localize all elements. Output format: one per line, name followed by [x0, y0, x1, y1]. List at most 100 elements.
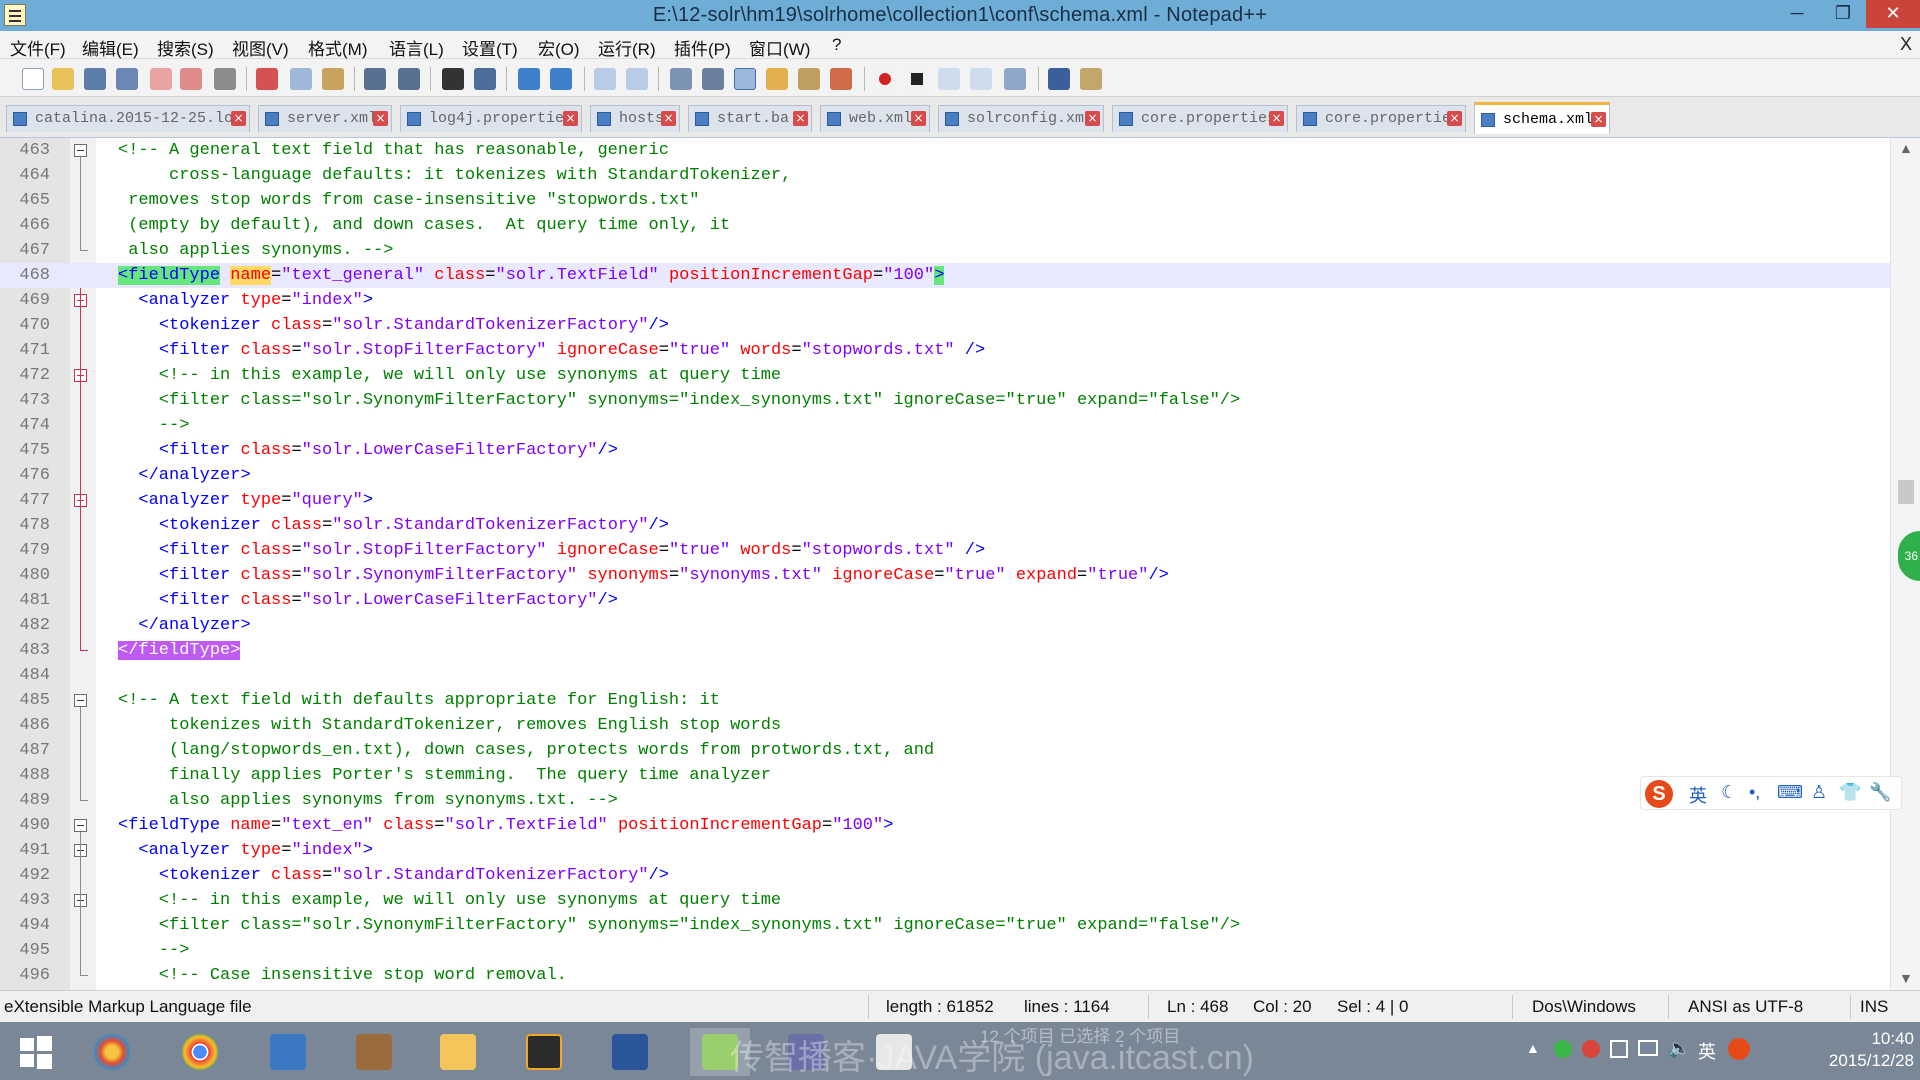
- tab-close-icon[interactable]: ×: [661, 111, 676, 126]
- code-line[interactable]: 464 cross-language defaults: it tokenize…: [0, 163, 1890, 188]
- taskbar-remote-desktop[interactable]: [258, 1028, 318, 1076]
- print-icon[interactable]: [214, 68, 236, 90]
- code-line[interactable]: 495 -->: [0, 938, 1890, 963]
- wrench-icon[interactable]: 🔧: [1869, 782, 1891, 803]
- code-line[interactable]: 491 <analyzer type="index">: [0, 838, 1890, 863]
- menu-view[interactable]: 视图(V): [232, 35, 289, 60]
- tab-catalina-log[interactable]: catalina.2015-12-25.lo ×: [6, 105, 250, 132]
- doc-map-icon[interactable]: [798, 68, 820, 90]
- code-line[interactable]: 471 <filter class="solr.StopFilterFactor…: [0, 338, 1890, 363]
- menu-language[interactable]: 语言(L): [389, 35, 444, 60]
- punctuation-icon[interactable]: •,: [1749, 782, 1760, 803]
- code-line[interactable]: 494 <filter class="solr.SynonymFilterFac…: [0, 913, 1890, 938]
- maximize-button[interactable]: ❐: [1820, 0, 1866, 28]
- skin-icon[interactable]: 👕: [1839, 782, 1861, 803]
- code-line[interactable]: 473 <filter class="solr.SynonymFilterFac…: [0, 388, 1890, 413]
- ime-language-toggle[interactable]: 英: [1689, 782, 1707, 808]
- tab-close-icon[interactable]: ×: [911, 111, 926, 126]
- close-all-icon[interactable]: [180, 68, 202, 90]
- code-line[interactable]: 486 tokenizes with StandardTokenizer, re…: [0, 713, 1890, 738]
- code-line[interactable]: 475 <filter class="solr.LowerCaseFilterF…: [0, 438, 1890, 463]
- keyboard-icon[interactable]: ⌨: [1777, 782, 1803, 803]
- find-icon[interactable]: [442, 68, 464, 90]
- user-defined-language-icon[interactable]: [766, 68, 788, 90]
- tab-web-xml[interactable]: web.xml ×: [820, 105, 930, 132]
- moon-icon[interactable]: ☾: [1721, 782, 1737, 803]
- tab-close-icon[interactable]: ×: [1269, 111, 1284, 126]
- zoom-in-icon[interactable]: [518, 68, 540, 90]
- function-list-icon[interactable]: [830, 68, 852, 90]
- tab-start-bat[interactable]: start.ba ×: [688, 105, 812, 132]
- redo-icon[interactable]: [398, 68, 420, 90]
- close-window-button[interactable]: ✕: [1866, 0, 1920, 28]
- close-document-button[interactable]: X: [1900, 34, 1912, 55]
- spell-check-icon[interactable]: [1048, 68, 1070, 90]
- taskbar-chrome[interactable]: [170, 1028, 230, 1076]
- tab-close-icon[interactable]: ×: [231, 111, 246, 126]
- code-line[interactable]: 469 <analyzer type="index">: [0, 288, 1890, 313]
- tab-close-icon[interactable]: ×: [1085, 111, 1100, 126]
- code-line[interactable]: 476 </analyzer>: [0, 463, 1890, 488]
- tab-close-icon[interactable]: ×: [563, 111, 578, 126]
- tray-overflow-icon[interactable]: ▲: [1526, 1040, 1540, 1056]
- tab-close-icon[interactable]: ×: [373, 111, 388, 126]
- new-file-icon[interactable]: [22, 68, 44, 90]
- code-line[interactable]: 466 (empty by default), and down cases. …: [0, 213, 1890, 238]
- user-icon[interactable]: ♙: [1811, 782, 1827, 803]
- scroll-up-icon[interactable]: ▲: [1899, 140, 1913, 156]
- taskbar-photo-app[interactable]: [82, 1028, 142, 1076]
- tab-log4j-properties[interactable]: log4j.properties ×: [400, 105, 582, 132]
- zoom-out-icon[interactable]: [550, 68, 572, 90]
- tab-core-properties-1[interactable]: core.properties ×: [1112, 105, 1288, 132]
- code-line[interactable]: 468 <fieldType name="text_general" class=…: [0, 263, 1890, 288]
- tab-schema-xml[interactable]: schema.xml ×: [1474, 102, 1610, 134]
- code-line[interactable]: 478 <tokenizer class="solr.StandardToken…: [0, 513, 1890, 538]
- play-macro-icon[interactable]: [938, 68, 960, 90]
- code-line[interactable]: 474 -->: [0, 413, 1890, 438]
- code-editor[interactable]: 463 <!-- A general text field that has re…: [0, 138, 1920, 990]
- start-button[interactable]: [6, 1028, 66, 1076]
- launch-browser-icon[interactable]: [1080, 68, 1102, 90]
- undo-icon[interactable]: [364, 68, 386, 90]
- stop-recording-icon[interactable]: [906, 68, 928, 90]
- code-line[interactable]: 480 <filter class="solr.SynonymFilterFac…: [0, 563, 1890, 588]
- sync-horizontal-icon[interactable]: [626, 68, 648, 90]
- show-all-characters-icon[interactable]: [702, 68, 724, 90]
- menu-plugins[interactable]: 插件(P): [674, 35, 731, 60]
- tray-app-icon[interactable]: [1582, 1040, 1600, 1058]
- code-line[interactable]: 484: [0, 663, 1890, 688]
- tray-ime-indicator[interactable]: 英: [1698, 1038, 1716, 1064]
- word-wrap-icon[interactable]: [670, 68, 692, 90]
- tab-solrconfig-xml[interactable]: solrconfig.xml ×: [938, 105, 1104, 132]
- minimize-button[interactable]: ─: [1774, 0, 1820, 28]
- code-line[interactable]: 493 <!-- in this example, we will only u…: [0, 888, 1890, 913]
- paste-icon[interactable]: [322, 68, 344, 90]
- volume-icon[interactable]: 🔈: [1668, 1038, 1690, 1059]
- code-line[interactable]: 472 <!-- in this example, we will only u…: [0, 363, 1890, 388]
- code-line[interactable]: 477 <analyzer type="query">: [0, 488, 1890, 513]
- close-icon[interactable]: [150, 68, 172, 90]
- code-line[interactable]: 492 <tokenizer class="solr.StandardToken…: [0, 863, 1890, 888]
- menu-settings[interactable]: 设置(T): [462, 35, 518, 60]
- code-line[interactable]: 487 (lang/stopwords_en.txt), down cases,…: [0, 738, 1890, 763]
- taskbar-archive-app[interactable]: [344, 1028, 404, 1076]
- save-all-icon[interactable]: [116, 68, 138, 90]
- menu-help[interactable]: ?: [832, 35, 841, 55]
- sync-vertical-icon[interactable]: [594, 68, 616, 90]
- tab-close-icon[interactable]: ×: [1591, 112, 1606, 127]
- code-line[interactable]: 489 also applies synonyms from synonyms.…: [0, 788, 1890, 813]
- network-icon[interactable]: [1638, 1040, 1658, 1056]
- status-eol-format[interactable]: Dos\Windows: [1532, 997, 1636, 1017]
- code-line[interactable]: 482 </analyzer>: [0, 613, 1890, 638]
- tray-sogou-icon[interactable]: [1728, 1038, 1750, 1060]
- copy-icon[interactable]: [290, 68, 312, 90]
- code-line[interactable]: 463 <!-- A general text field that has re…: [0, 138, 1890, 163]
- menu-format[interactable]: 格式(M): [308, 35, 367, 60]
- taskbar-clock[interactable]: 10:40 2015/12/28: [1822, 1028, 1914, 1072]
- scroll-down-icon[interactable]: ▼: [1899, 970, 1913, 986]
- tray-device-icon[interactable]: [1610, 1040, 1628, 1058]
- open-file-icon[interactable]: [52, 68, 74, 90]
- tab-hosts[interactable]: hosts ×: [590, 105, 680, 132]
- scrollbar-thumb[interactable]: [1898, 480, 1914, 504]
- tab-server-xml[interactable]: server.xml ×: [258, 105, 392, 132]
